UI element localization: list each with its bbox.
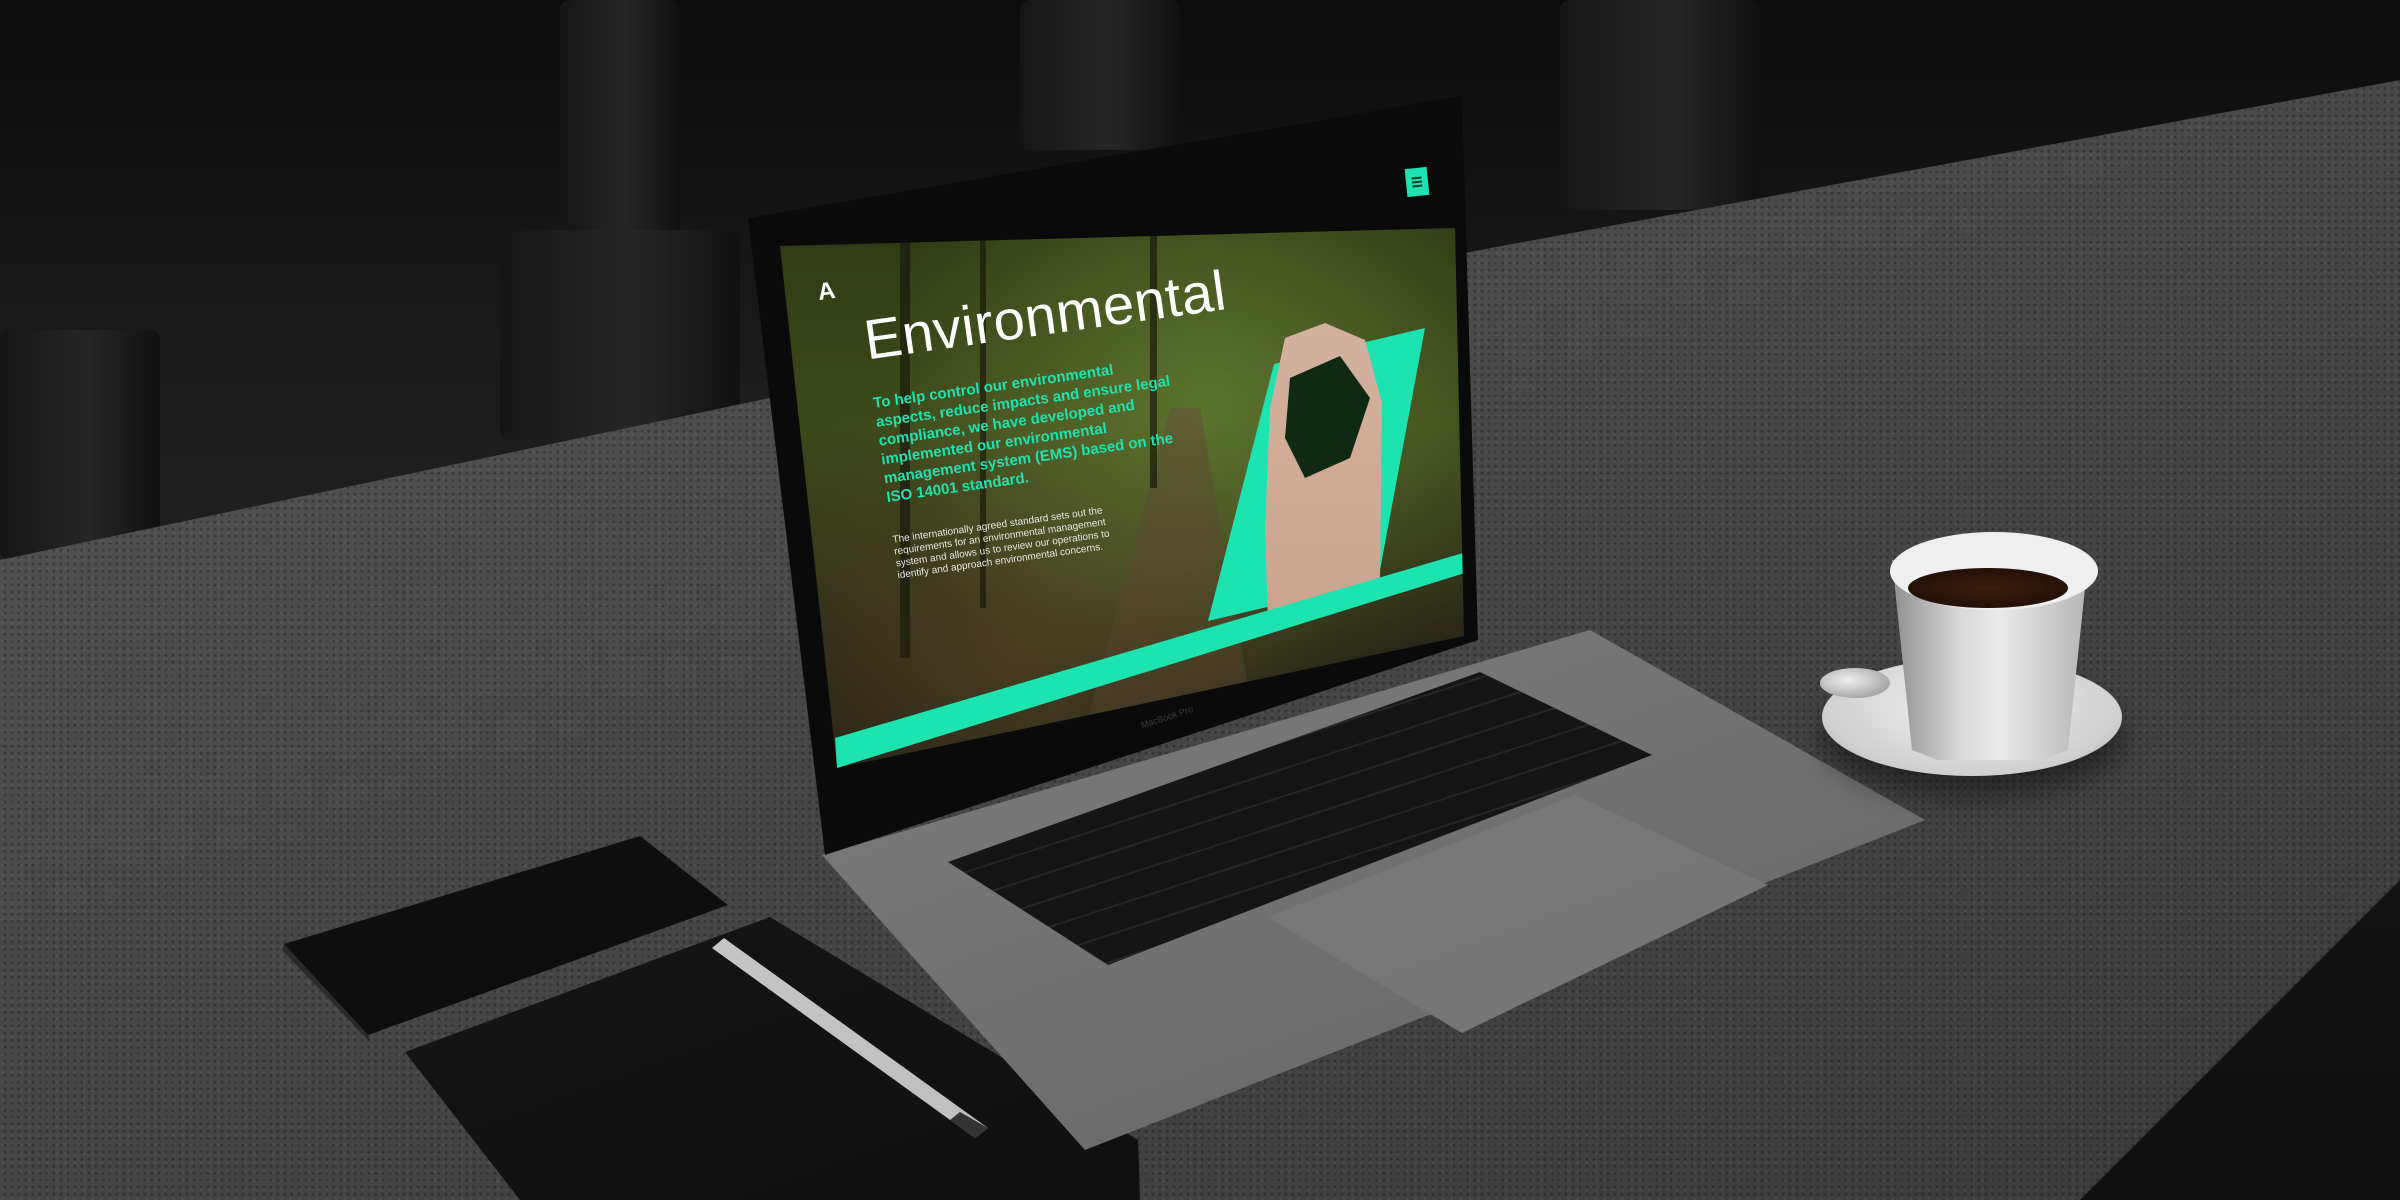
menu-button[interactable]: [1404, 166, 1430, 198]
hamburger-menu-icon: [1411, 176, 1423, 189]
hero-content: Environmental To help control our enviro…: [860, 250, 1314, 583]
laptop-screen: A Environmental To help control our envi…: [780, 166, 1470, 796]
background-pillar: [1560, 0, 1760, 210]
body-paragraph: The internationally agreed standard sets…: [891, 505, 1111, 582]
background-pillar: [500, 230, 740, 440]
coffee: [1908, 568, 2068, 608]
page-title: Environmental: [860, 258, 1230, 372]
lead-paragraph: To help control our environmental aspect…: [872, 361, 1175, 507]
background-pillar: [0, 330, 160, 560]
photo-scene: A Environmental To help control our envi…: [0, 0, 2400, 1200]
background-pillar: [1020, 0, 1180, 150]
spoon: [1820, 668, 1890, 698]
website-hero: A Environmental To help control our envi…: [780, 228, 1464, 768]
brand-logo[interactable]: A: [816, 277, 837, 307]
